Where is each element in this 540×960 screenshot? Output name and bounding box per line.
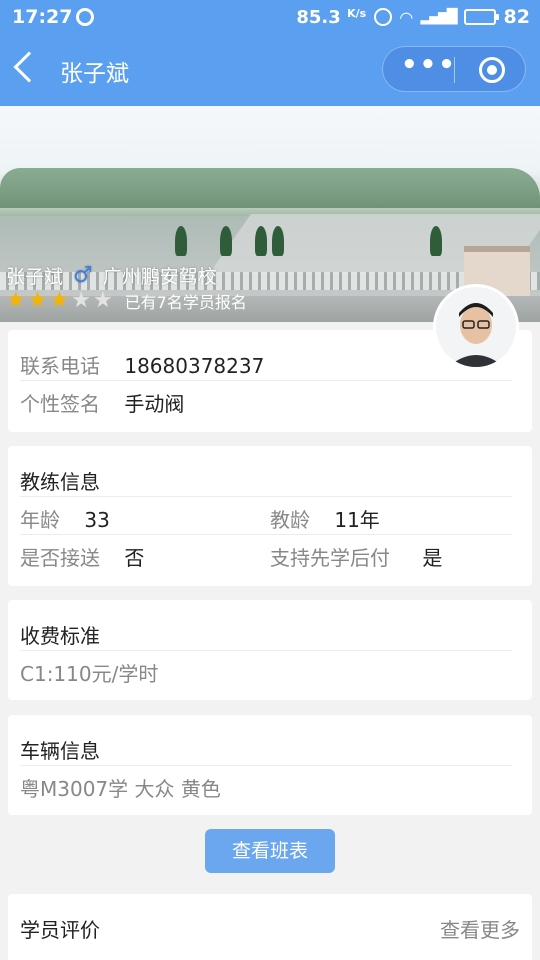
status-right: 85.3 K/s ◠ ▂▄▆█ 82 — [296, 6, 530, 28]
fees-card: 收费标准 C1:110元/学时 — [8, 600, 532, 700]
back-arrow-icon[interactable] — [13, 51, 45, 83]
male-gender-icon: ♂ — [73, 263, 93, 288]
star-icon: ★ — [71, 288, 91, 313]
network-speed-value: 85.3 — [296, 6, 341, 28]
star-rating: ★ ★ ★ ★ ★ — [6, 290, 113, 312]
rating-line: ★ ★ ★ ★ ★ 已有7名学员报名 — [6, 289, 247, 313]
reviews-card: 学员评价 查看更多 — [8, 894, 532, 960]
close-target-icon[interactable] — [479, 57, 505, 83]
phone-label: 联系电话 — [20, 354, 100, 378]
more-options-icon[interactable]: ••• — [401, 52, 455, 83]
star-icon: ★ — [92, 288, 113, 313]
signal-icon: ▂▄▆█ — [420, 9, 457, 25]
divider — [20, 765, 512, 766]
battery-icon — [463, 9, 499, 25]
avatar-image — [436, 287, 516, 367]
capsule-divider — [454, 57, 455, 83]
nav-bar: 张子斌 ••• — [0, 36, 540, 106]
status-time: 17:27 — [12, 6, 73, 28]
divider — [20, 650, 512, 651]
learn-first-value: 是 — [422, 546, 443, 570]
signature-row: 个性签名 手动阀 — [20, 388, 184, 417]
pickup-row: 是否接送 否 — [20, 542, 144, 571]
age-row: 年龄 33 — [20, 504, 110, 533]
divider — [20, 496, 512, 497]
teach-age-value: 11年 — [334, 508, 380, 532]
fees-title: 收费标准 — [20, 624, 100, 648]
teach-age-label: 教龄 — [270, 508, 310, 532]
signature-value: 手动阀 — [124, 392, 185, 416]
wifi-icon: ◠ — [400, 7, 413, 27]
driving-school-name: 广州鹏安驾校 — [102, 266, 217, 288]
status-bar: 17:27 85.3 K/s ◠ ▂▄▆█ 82 — [0, 0, 540, 36]
banner-tree — [272, 226, 284, 256]
star-icon: ★ — [6, 288, 26, 313]
banner-tree — [175, 226, 187, 256]
phone-value[interactable]: 18680378237 — [124, 354, 264, 378]
enroll-count: 已有7名学员报名 — [124, 293, 247, 312]
star-icon: ★ — [27, 288, 48, 313]
mini-program-capsule: ••• — [382, 46, 526, 92]
coach-info-card: 教练信息 年龄 33 教龄 11年 是否接送 否 支持先学后付 是 — [8, 446, 532, 586]
divider — [20, 534, 512, 535]
vehicle-value: 粤M3007学 大众 黄色 — [20, 777, 221, 801]
banner-tree — [255, 226, 267, 256]
fees-value: C1:110元/学时 — [20, 662, 159, 686]
reviews-title: 学员评价 — [20, 918, 100, 942]
banner-tree — [430, 226, 442, 256]
banner-treeline — [0, 168, 540, 208]
phone-row: 联系电话 18680378237 — [20, 350, 264, 379]
star-icon: ★ — [49, 288, 70, 313]
network-speed-unit: K/s — [347, 6, 367, 20]
vehicle-title: 车辆信息 — [20, 739, 100, 763]
coach-info-title: 教练信息 — [20, 470, 100, 494]
view-schedule-button[interactable]: 查看班表 — [205, 829, 335, 873]
banner-tree — [220, 226, 232, 256]
wechat-icon — [76, 8, 94, 26]
battery-percent: 82 — [503, 6, 530, 28]
coach-name: 张子斌 — [6, 266, 64, 288]
learn-first-label: 支持先学后付 — [270, 546, 390, 570]
pickup-label: 是否接送 — [20, 546, 100, 570]
vehicle-card: 车辆信息 粤M3007学 大众 黄色 — [8, 715, 532, 815]
coach-name-line: 张子斌 ♂ 广州鹏安驾校 — [6, 262, 217, 289]
pickup-value: 否 — [124, 546, 145, 570]
coach-avatar — [433, 284, 519, 370]
signature-label: 个性签名 — [20, 392, 100, 416]
network-speed: 85.3 K/s — [296, 7, 366, 28]
age-label: 年龄 — [20, 508, 60, 532]
top-bar: 17:27 85.3 K/s ◠ ▂▄▆█ 82 张子斌 ••• — [0, 0, 540, 106]
divider — [20, 380, 512, 381]
page-title: 张子斌 — [60, 61, 129, 87]
alarm-icon — [374, 8, 393, 26]
teach-age-row: 教龄 11年 — [270, 504, 380, 533]
view-more-reviews-link[interactable]: 查看更多 — [440, 914, 520, 943]
learn-first-row: 支持先学后付 是 — [270, 542, 442, 571]
age-value: 33 — [84, 508, 110, 532]
